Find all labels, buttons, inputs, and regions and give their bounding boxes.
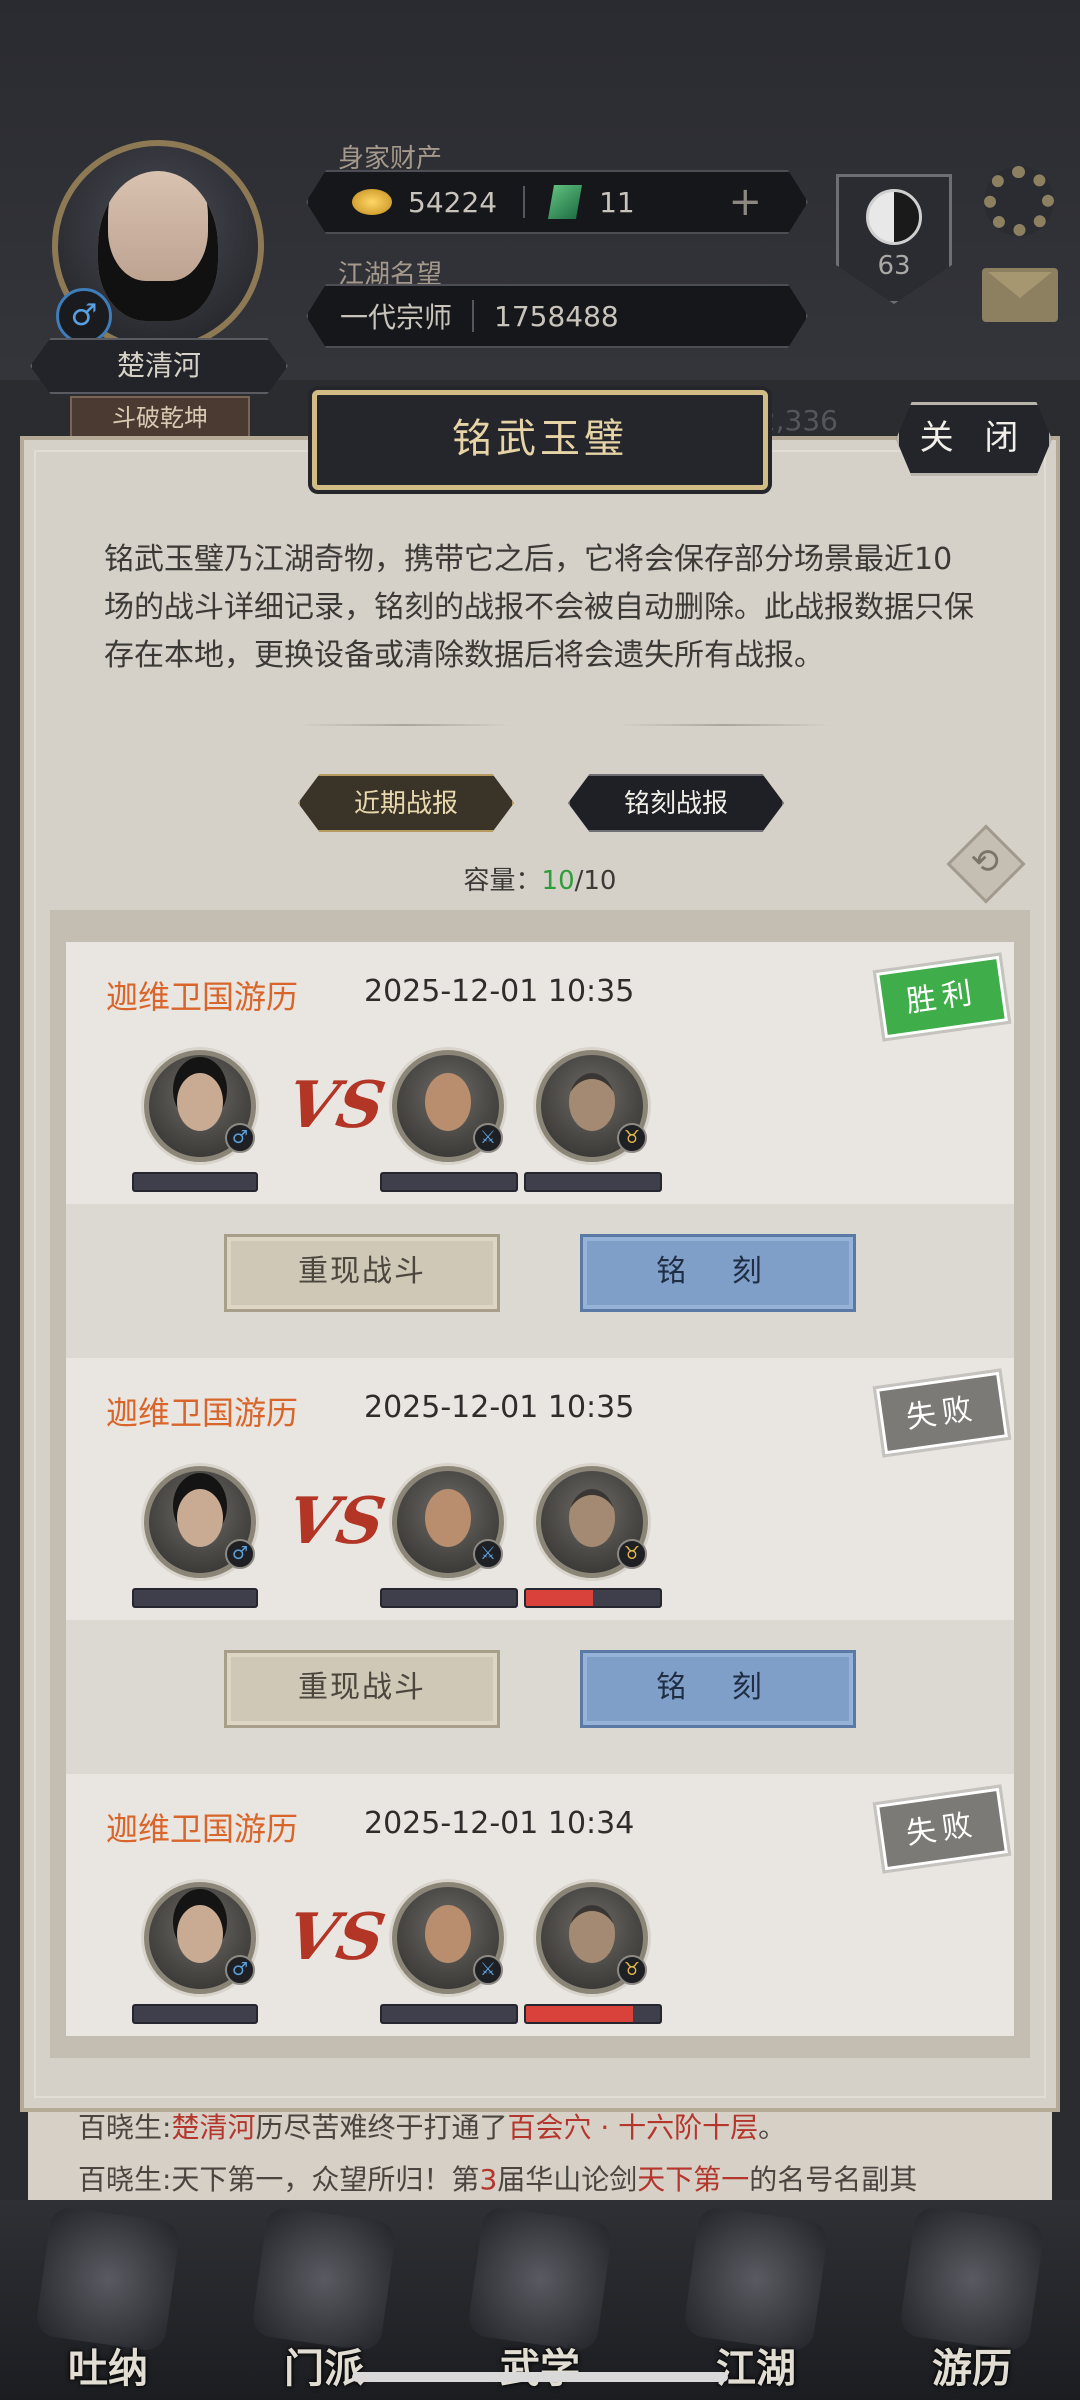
player-portrait: ♂: [144, 1466, 256, 1578]
battle-card: 迦维卫国游历 2025-12-01 10:35 失败 ♂ VS ⚔ ♉ 重现战斗…: [66, 1358, 1014, 1776]
divider-ornament: [620, 724, 830, 726]
hp-bar: [132, 1172, 258, 1192]
engrave-button[interactable]: 铭 刻: [580, 1650, 856, 1728]
sword-icon: ⚔: [473, 1539, 503, 1569]
fame-bar: 一代宗师 1758488: [306, 284, 808, 348]
battle-location: 迦维卫国游历: [106, 1394, 299, 1432]
divider: [523, 186, 526, 218]
hat-icon: [682, 2205, 830, 2353]
mail-icon[interactable]: [982, 268, 1058, 322]
sword-icon: ⚔: [473, 1955, 503, 1985]
capacity-counter: 容量：10/10: [463, 866, 617, 896]
chat-area[interactable]: 百晓生:楚清河历尽苦难终于打通了百会穴 · 十六阶十层。 百晓生:天下第一，众望…: [28, 2096, 1052, 2216]
battle-location: 迦维卫国游历: [106, 1810, 299, 1848]
bull-icon: ♉: [617, 1955, 647, 1985]
hp-bar: [132, 1588, 258, 1608]
engrave-button[interactable]: 铭 刻: [580, 1234, 856, 1312]
replay-battle-button[interactable]: 重现战斗: [224, 1234, 500, 1312]
divider-ornament: [300, 724, 510, 726]
player-name: 楚清河: [30, 338, 288, 394]
close-button[interactable]: 关 闭: [896, 402, 1052, 476]
battle-card: 迦维卫国游历 2025-12-01 10:35 胜利 ♂ VS ⚔ ♉ 重现战斗…: [66, 942, 1014, 1360]
bull-icon: ♉: [617, 1539, 647, 1569]
yin-yang-icon: [866, 189, 922, 245]
enemy-portrait: ♉: [536, 1882, 648, 1994]
result-stamp: 胜利: [876, 955, 1008, 1039]
result-stamp: 失败: [876, 1787, 1008, 1871]
nav-sect[interactable]: 门派: [239, 2205, 409, 2394]
chat-line: 百晓生:楚清河历尽苦难终于打通了百会穴 · 十六阶十层。: [78, 2111, 787, 2144]
vs-icon: VS: [281, 1484, 391, 1559]
modal-title: 铭武玉璧: [312, 390, 768, 490]
divider: [472, 300, 475, 332]
home-indicator[interactable]: [352, 2372, 728, 2382]
bull-icon: ♉: [617, 1123, 647, 1153]
male-icon: ♂: [225, 1123, 255, 1153]
hp-bar: [524, 1172, 662, 1192]
gold-ingot-icon: [352, 189, 392, 215]
fame-rank: 一代宗师: [340, 301, 453, 334]
male-icon: ♂: [225, 1539, 255, 1569]
battle-time: 2025-12-01 10:35: [364, 974, 635, 1009]
hp-bar: [380, 1588, 518, 1608]
enemy-portrait: ⚔: [392, 1466, 504, 1578]
player-portrait: ♂: [144, 1050, 256, 1162]
flag-icon: [250, 2205, 398, 2353]
male-icon: ♂: [225, 1955, 255, 1985]
level-number: 63: [877, 251, 911, 281]
tab-engraved-reports[interactable]: 铭刻战报: [568, 774, 784, 832]
hp-bar: [524, 1588, 662, 1608]
jade-amount: 11: [599, 185, 635, 219]
hp-bar: [380, 2004, 518, 2024]
fame-value: 1758488: [494, 299, 619, 333]
gourd-icon: [34, 2205, 182, 2353]
gold-amount: 54224: [408, 185, 498, 219]
battle-time: 2025-12-01 10:35: [364, 1390, 635, 1425]
result-stamp: 失败: [876, 1371, 1008, 1455]
sword-icon: ⚔: [473, 1123, 503, 1153]
hp-bar: [524, 2004, 662, 2024]
player-title: 斗破乾坤: [70, 396, 250, 440]
battle-card: 迦维卫国游历 2025-12-01 10:34 失败 ♂ VS ⚔ ♉: [66, 1774, 1014, 2036]
nav-jianghu[interactable]: 江湖: [671, 2205, 841, 2394]
modal-description: 铭武玉璧乃江湖奇物，携带它之后，它将会保存部分场景最近10场的战斗详细记录，铭刻…: [104, 542, 974, 673]
jade-icon: [548, 185, 583, 219]
battle-time: 2025-12-01 10:34: [364, 1806, 635, 1841]
avatar-face: [98, 171, 218, 321]
wealth-bar: 54224 11 +: [306, 170, 808, 234]
chat-line: 百晓生:天下第一，众望所归！第3届华山论剑天下第一的名号名副其: [78, 2163, 918, 2196]
enemy-portrait: ♉: [536, 1466, 648, 1578]
bottom-nav: 吐纳 门派 武学 江湖 游历: [0, 2200, 1080, 2400]
player-portrait: ♂: [144, 1882, 256, 1994]
enemy-portrait: ⚔: [392, 1882, 504, 1994]
nav-travel[interactable]: 游历: [887, 2205, 1057, 2394]
battle-location: 迦维卫国游历: [106, 978, 299, 1016]
top-hud: ♂ 楚清河 身家财产 54224 11 + 江湖名望 一代宗师 1758488 …: [0, 0, 1080, 394]
vs-icon: VS: [281, 1068, 391, 1143]
horse-icon: [898, 2205, 1046, 2353]
replay-battle-button[interactable]: 重现战斗: [224, 1650, 500, 1728]
nav-martial-arts[interactable]: 武学: [455, 2205, 625, 2394]
vs-icon: VS: [281, 1900, 391, 1975]
wealth-label: 身家财产: [338, 144, 443, 174]
enemy-portrait: ♉: [536, 1050, 648, 1162]
gear-icon[interactable]: [984, 166, 1054, 236]
nav-tuna[interactable]: 吐纳: [23, 2205, 193, 2394]
enemy-portrait: ⚔: [392, 1050, 504, 1162]
tab-recent-reports[interactable]: 近期战报: [298, 774, 514, 832]
realm-level-badge[interactable]: 63: [836, 174, 952, 304]
hp-bar: [132, 2004, 258, 2024]
male-icon: ♂: [56, 288, 112, 344]
hp-bar: [380, 1172, 518, 1192]
add-currency-button[interactable]: +: [728, 179, 762, 225]
book-icon: [466, 2205, 614, 2353]
